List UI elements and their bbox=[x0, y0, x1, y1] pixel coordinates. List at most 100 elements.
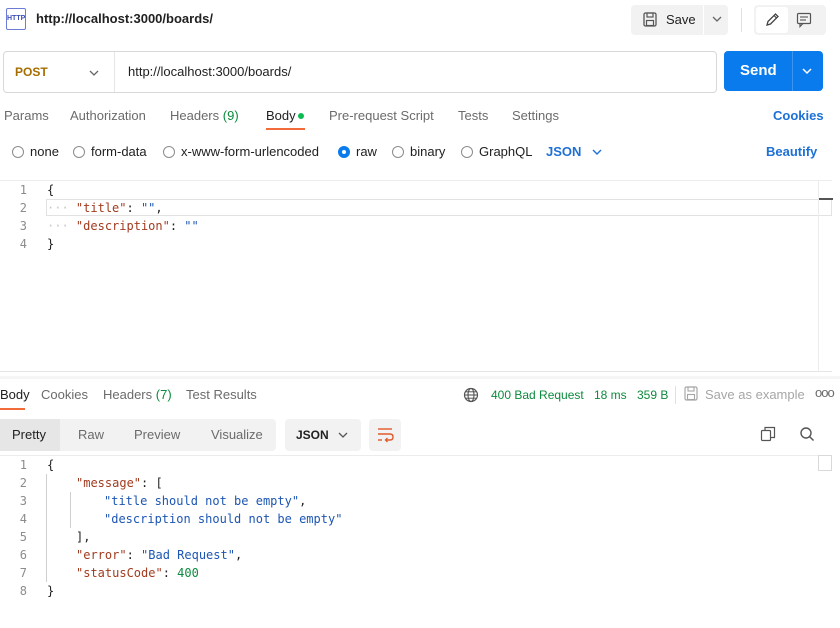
radio-binary-label: binary bbox=[410, 144, 446, 159]
response-size[interactable]: 359 B bbox=[637, 388, 668, 402]
radio-graphql-label: GraphQL bbox=[479, 144, 533, 159]
response-headers-count: (7) bbox=[155, 387, 172, 402]
json-key: "message" bbox=[76, 476, 142, 490]
json-string: "title should not be empty" bbox=[104, 494, 300, 508]
wrap-lines-icon bbox=[378, 428, 394, 443]
line-number: 7 bbox=[19, 566, 27, 580]
save-as-example-button[interactable]: Save as example bbox=[705, 387, 805, 402]
response-tab-cookies[interactable]: Cookies bbox=[41, 387, 88, 402]
code-line[interactable]: "description should not be empty" bbox=[104, 512, 342, 526]
edit-button[interactable] bbox=[756, 7, 788, 33]
radio-circle bbox=[461, 146, 473, 158]
indent-guide bbox=[46, 474, 47, 582]
tab-body[interactable]: Body bbox=[266, 108, 296, 123]
code-token: { bbox=[47, 458, 55, 472]
chevron-down-icon[interactable] bbox=[800, 65, 814, 77]
url-bar: POST http://localhost:3000/boards/ bbox=[3, 51, 717, 93]
cookies-link[interactable]: Cookies bbox=[773, 108, 824, 123]
editor-scrollbar[interactable] bbox=[818, 455, 832, 471]
tab-headers-label: Headers bbox=[170, 108, 220, 123]
chevron-down-icon[interactable] bbox=[88, 67, 100, 79]
line-number: 1 bbox=[19, 458, 27, 472]
tab-pre-request-script[interactable]: Pre-request Script bbox=[329, 108, 434, 123]
save-label: Save bbox=[666, 12, 696, 27]
send-button[interactable]: Send bbox=[724, 51, 823, 91]
code-line[interactable]: ], bbox=[76, 530, 90, 544]
comment-icon[interactable] bbox=[796, 12, 812, 28]
indent-dots: ··· bbox=[47, 219, 69, 233]
body-format-select[interactable]: JSON bbox=[546, 144, 581, 159]
code-line[interactable]: } bbox=[47, 584, 54, 598]
save-button[interactable]: Save bbox=[631, 5, 728, 35]
code-line[interactable]: } bbox=[47, 237, 54, 251]
line-number: 8 bbox=[19, 584, 27, 598]
code-line[interactable]: { bbox=[47, 183, 54, 197]
code-line[interactable]: ··· "title": "", bbox=[47, 201, 163, 215]
radio-urlencoded-label: x-www-form-urlencoded bbox=[181, 144, 319, 159]
http-request-icon: HTTP bbox=[6, 8, 26, 30]
body-indicator-dot bbox=[298, 113, 304, 119]
headers-count: (9) bbox=[222, 108, 239, 123]
line-number: 6 bbox=[19, 548, 27, 562]
response-time[interactable]: 18 ms bbox=[594, 388, 627, 402]
editor-scrollbar[interactable] bbox=[818, 180, 833, 371]
json-string: "Bad Request" bbox=[141, 548, 235, 562]
copy-icon[interactable] bbox=[760, 426, 776, 442]
json-string: "description should not be empty" bbox=[104, 512, 343, 526]
method-select[interactable]: POST bbox=[15, 65, 48, 79]
url-input[interactable]: http://localhost:3000/boards/ bbox=[128, 64, 291, 79]
json-key: "description" bbox=[75, 219, 170, 233]
edit-comment-group bbox=[754, 5, 826, 35]
code-line[interactable]: "message": [ bbox=[76, 476, 163, 490]
json-string: "" bbox=[140, 201, 156, 215]
line-number: 4 bbox=[19, 237, 27, 251]
response-format-select[interactable]: JSON bbox=[285, 419, 361, 451]
indent-dots: ··· bbox=[47, 201, 69, 215]
code-token: ], bbox=[76, 530, 91, 544]
response-tab-test-results[interactable]: Test Results bbox=[186, 387, 257, 402]
tab-headers[interactable]: Headers (9) bbox=[170, 108, 239, 123]
line-number: 1 bbox=[19, 183, 27, 197]
view-tab-preview[interactable]: Preview bbox=[134, 427, 180, 442]
pane-resize-handle[interactable] bbox=[0, 376, 840, 379]
code-token: } bbox=[47, 237, 55, 251]
tab-tests[interactable]: Tests bbox=[458, 108, 488, 123]
code-line[interactable]: { bbox=[47, 458, 54, 472]
code-line[interactable]: "title should not be empty", bbox=[104, 494, 306, 508]
view-tab-raw[interactable]: Raw bbox=[78, 427, 104, 442]
beautify-button[interactable]: Beautify bbox=[766, 144, 817, 159]
chevron-down-icon[interactable] bbox=[711, 13, 723, 25]
tab-params[interactable]: Params bbox=[4, 108, 49, 123]
radio-circle bbox=[392, 146, 404, 158]
editor-divider bbox=[0, 180, 832, 181]
url-divider bbox=[114, 52, 115, 92]
chevron-down-icon[interactable] bbox=[591, 147, 603, 157]
radio-form-data-label: form-data bbox=[91, 144, 147, 159]
active-tab-underline bbox=[266, 128, 305, 130]
send-divider bbox=[792, 51, 793, 91]
toolbar-divider bbox=[741, 8, 742, 32]
view-tab-visualize[interactable]: Visualize bbox=[211, 427, 263, 442]
response-format-label: JSON bbox=[296, 428, 329, 442]
save-icon bbox=[643, 12, 657, 27]
code-line[interactable]: ··· "description": "" bbox=[47, 219, 199, 233]
search-icon[interactable] bbox=[799, 426, 815, 442]
wrap-lines-button[interactable] bbox=[369, 419, 401, 451]
code-token: [ bbox=[155, 476, 163, 490]
response-tab-headers[interactable]: Headers (7) bbox=[103, 387, 172, 402]
tab-settings[interactable]: Settings bbox=[512, 108, 559, 123]
code-line[interactable]: "error": "Bad Request", bbox=[76, 548, 242, 562]
request-title[interactable]: http://localhost:3000/boards/ bbox=[36, 11, 213, 26]
line-number: 2 bbox=[19, 201, 27, 215]
response-tab-body[interactable]: Body bbox=[0, 387, 30, 402]
status-badge[interactable]: 400 Bad Request bbox=[491, 388, 584, 402]
code-line[interactable]: "statusCode": 400 bbox=[76, 566, 199, 580]
view-tab-pretty-label[interactable]: Pretty bbox=[12, 427, 46, 442]
line-number: 2 bbox=[19, 476, 27, 490]
scrollbar-thumb[interactable] bbox=[819, 198, 833, 200]
json-string: "" bbox=[184, 219, 199, 233]
more-options-icon[interactable]: ooo bbox=[815, 385, 835, 400]
globe-icon[interactable] bbox=[463, 387, 479, 403]
tab-authorization[interactable]: Authorization bbox=[70, 108, 146, 123]
line-number: 5 bbox=[19, 530, 27, 544]
